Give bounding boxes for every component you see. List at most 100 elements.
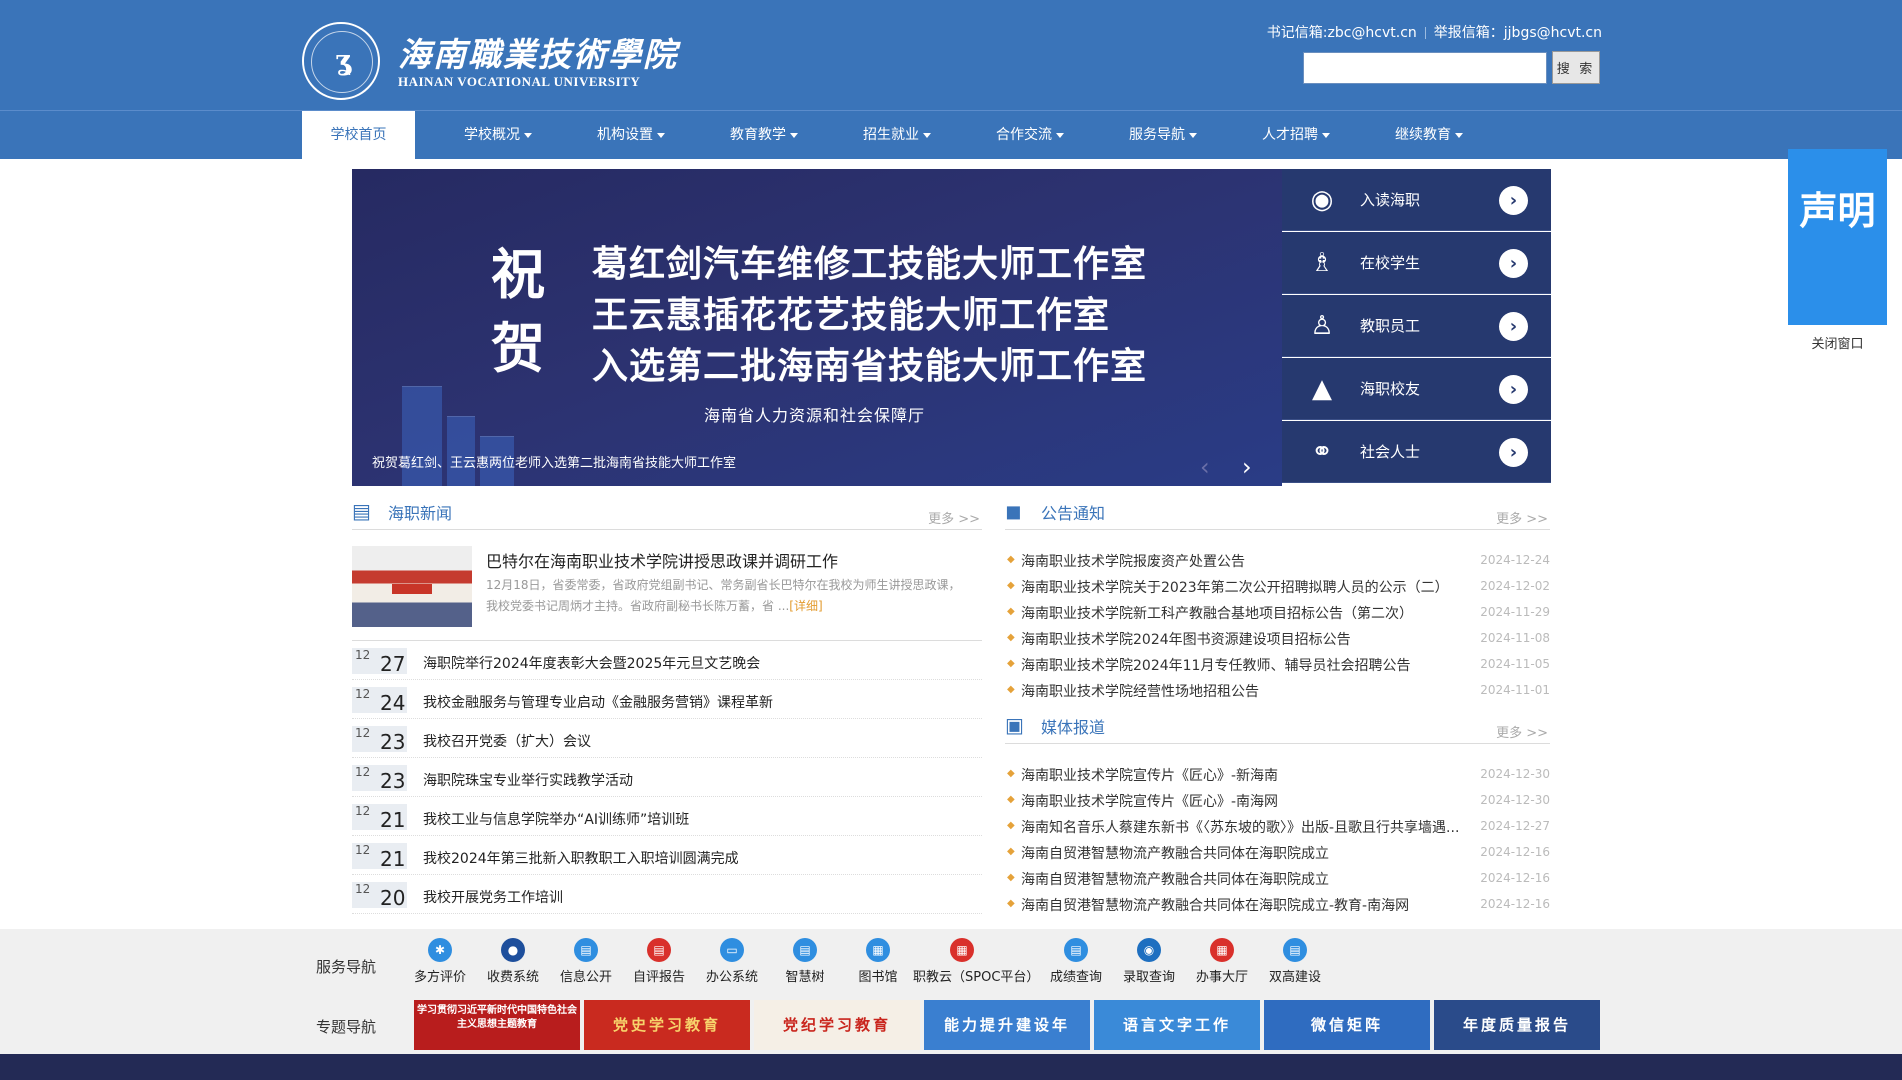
service-link[interactable]: ▭ 办公系统 <box>695 938 769 985</box>
media-more-link[interactable]: 更多 >> <box>1496 722 1548 741</box>
service-link[interactable]: ▦ 图书馆 <box>841 938 915 985</box>
hero-banner[interactable]: 祝贺 葛红剑汽车维修工技能大师工作室 王云惠插花花艺技能大师工作室 入选第二批海… <box>352 169 1282 486</box>
statement-popup[interactable]: 声明 <box>1788 149 1887 325</box>
search-button[interactable]: 搜 索 <box>1552 51 1600 84</box>
news-section-title[interactable]: 海职新闻 <box>388 500 452 524</box>
news-item[interactable]: 12 27 海职院举行2024年度表彰大会暨2025年元旦文艺晚会 <box>352 641 982 680</box>
quick-link-alumni[interactable]: ▲ 海职校友 › <box>1282 358 1551 420</box>
media-section-header: ▣ 媒体报道 更多 >> <box>1005 708 1550 744</box>
media-item[interactable]: ◆ 海南自贸港智慧物流产教融合共同体在海职院成立 2024-12-16 <box>1005 838 1550 864</box>
logo-name-cn: 海南職業技術學院 <box>398 35 678 74</box>
topic-banner[interactable]: 微信矩阵 <box>1264 1000 1430 1050</box>
featured-news-image[interactable] <box>352 546 472 627</box>
quick-link-prospective[interactable]: ◉ 入读海职 › <box>1282 169 1551 231</box>
slide-prev-icon[interactable]: ‹ <box>1200 453 1210 481</box>
notice-item[interactable]: ◆ 海南职业技术学院新工科产教融合基地项目招标公告（第二次） 2024-11-29 <box>1005 598 1550 624</box>
quick-link-students[interactable]: ♗ 在校学生 › <box>1282 232 1551 294</box>
newspaper-icon: ▤ <box>352 499 371 523</box>
media-item[interactable]: ◆ 海南职业技术学院宣传片《匠心》-新海南 2024-12-30 <box>1005 760 1550 786</box>
news-day: 20 <box>380 886 406 910</box>
notice-section-title[interactable]: 公告通知 <box>1041 500 1105 524</box>
news-item[interactable]: 12 23 海职院珠宝专业举行实践教学活动 <box>352 758 982 797</box>
topic-banner[interactable]: 党史学习教育 <box>584 1000 750 1050</box>
news-more-link[interactable]: 更多 >> <box>928 508 980 527</box>
topic-banner[interactable]: 学习贯彻习近平新时代中国特色社会主义思想主题教育 <box>414 1000 580 1050</box>
arrow-right-icon: › <box>1499 186 1528 215</box>
news-title: 海职院举行2024年度表彰大会暨2025年元旦文艺晚会 <box>423 656 761 672</box>
nav-label: 人才招聘 <box>1262 127 1318 143</box>
nav-item-cooperation[interactable]: 合作交流 <box>967 111 1093 160</box>
report-mailbox-link[interactable]: 举报信箱：jjbgs@hcvt.cn <box>1434 25 1602 41</box>
news-title: 我校金融服务与管理专业启动《金融服务营销》课程革新 <box>423 695 773 711</box>
topic-banner[interactable]: 年度质量报告 <box>1434 1000 1600 1050</box>
topic-banner[interactable]: 语言文字工作 <box>1094 1000 1260 1050</box>
featured-news-title[interactable]: 巴特尔在海南职业技术学院讲授思政课并调研工作 <box>486 548 838 572</box>
service-link[interactable]: ✱ 多方评价 <box>403 938 477 985</box>
news-item[interactable]: 12 23 我校召开党委（扩大）会议 <box>352 719 982 758</box>
chevron-down-icon <box>923 132 931 138</box>
banner-zhu-he: 祝贺 <box>488 237 548 385</box>
media-section-title[interactable]: 媒体报道 <box>1041 714 1105 738</box>
topic-banner[interactable]: 党纪学习教育 <box>754 1000 920 1050</box>
notice-more-link[interactable]: 更多 >> <box>1496 508 1548 527</box>
banner-caption[interactable]: 祝贺葛红剑、王云惠两位老师入选第二批海南省技能大师工作室 <box>372 452 736 471</box>
service-link[interactable]: ▦ 办事大厅 <box>1185 938 1259 985</box>
notice-item[interactable]: ◆ 海南职业技术学院经营性场地招租公告 2024-11-01 <box>1005 676 1550 702</box>
service-link[interactable]: ▤ 智慧树 <box>768 938 842 985</box>
notice-item[interactable]: ◆ 海南职业技术学院关于2023年第二次公开招聘拟聘人员的公示（二） 2024-12… <box>1005 572 1550 598</box>
planet-icon: ⚭ <box>1311 437 1333 467</box>
nav-item-continuing-education[interactable]: 继续教育 <box>1366 111 1492 160</box>
service-link[interactable]: ● 收费系统 <box>476 938 550 985</box>
media-item[interactable]: ◆ 海南自贸港智慧物流产教融合共同体在海职院成立-教育-南海网 2024-12-16 <box>1005 890 1550 916</box>
topic-banner[interactable]: 能力提升建设年 <box>924 1000 1090 1050</box>
service-link[interactable]: ▤ 成绩查询 <box>1039 938 1113 985</box>
bullet-icon: ◆ <box>1007 580 1015 591</box>
news-item[interactable]: 12 21 我校工业与信息学院举办“AI训练师”培训班 <box>352 797 982 836</box>
notice-item[interactable]: ◆ 海南职业技术学院2024年11月专任教师、辅导员社会招聘公告 2024-11-0… <box>1005 650 1550 676</box>
service-link[interactable]: ▤ 双高建设 <box>1258 938 1332 985</box>
nav-item-recruitment[interactable]: 人才招聘 <box>1233 111 1359 160</box>
close-window-button[interactable]: 关闭窗口 <box>1788 333 1887 352</box>
nav-label: 招生就业 <box>863 127 919 143</box>
banner-he: 贺 <box>491 316 545 380</box>
nav-item-services[interactable]: 服务导航 <box>1100 111 1226 160</box>
nav-item-home[interactable]: 学校首页 <box>302 111 415 160</box>
service-link[interactable]: ▤ 自评报告 <box>622 938 696 985</box>
bullet-icon: ◆ <box>1007 794 1015 805</box>
bullet-icon: ◆ <box>1007 872 1015 883</box>
media-item[interactable]: ◆ 海南自贸港智慧物流产教融合共同体在海职院成立 2024-12-16 <box>1005 864 1550 890</box>
slide-next-icon[interactable]: › <box>1242 453 1252 481</box>
quick-link-staff[interactable]: ♙ 教职员工 › <box>1282 295 1551 357</box>
news-date: 12 21 <box>352 804 407 832</box>
news-item[interactable]: 12 20 我校开展党务工作培训 <box>352 875 982 914</box>
topic-nav-label: 专题导航 <box>316 1018 377 1036</box>
news-month: 12 <box>355 648 371 662</box>
media-item[interactable]: ◆ 海南职业技术学院宣传片《匠心》-南海网 2024-12-30 <box>1005 786 1550 812</box>
media-date: 2024-12-16 <box>1480 871 1550 885</box>
notice-date: 2024-12-02 <box>1480 579 1550 593</box>
media-date: 2024-12-16 <box>1480 845 1550 859</box>
service-link[interactable]: ◉ 录取查询 <box>1112 938 1186 985</box>
media-item[interactable]: ◆ 海南知名音乐人蔡建东新书《〈苏东坡的歌〉》出版-且歌且行共享墙遇... 2024… <box>1005 812 1550 838</box>
notice-item[interactable]: ◆ 海南职业技术学院报废资产处置公告 2024-12-24 <box>1005 546 1550 572</box>
nav-item-overview[interactable]: 学校概况 <box>435 111 561 160</box>
secretary-mailbox-link[interactable]: 书记信箱:zbc@hcvt.cn <box>1267 25 1417 41</box>
service-link[interactable]: ▤ 信息公开 <box>549 938 623 985</box>
building-icon: ▤ <box>1283 938 1307 962</box>
notice-title: 海南职业技术学院关于2023年第二次公开招聘拟聘人员的公示（二） <box>1021 580 1449 596</box>
nav-label: 学校首页 <box>330 127 387 143</box>
notice-item[interactable]: ◆ 海南职业技术学院2024年图书资源建设项目招标公告 2024-11-08 <box>1005 624 1550 650</box>
search-input[interactable] <box>1303 52 1547 84</box>
media-title: 海南职业技术学院宣传片《匠心》-新海南 <box>1021 768 1279 784</box>
nav-item-departments[interactable]: 机构设置 <box>568 111 694 160</box>
quick-link-public[interactable]: ⚭ 社会人士 › <box>1282 421 1551 483</box>
service-label: 职教云（SPOC平台） <box>913 970 1040 985</box>
news-item[interactable]: 12 21 我校2024年第三批新入职教职工入职培训圆满完成 <box>352 836 982 875</box>
featured-news-detail-link[interactable]: [详细] <box>789 599 822 613</box>
service-link[interactable]: ▦ 职教云（SPOC平台） <box>913 938 1040 985</box>
banner-headline: 葛红剑汽车维修工技能大师工作室 王云惠插花花艺技能大师工作室 入选第二批海南省技… <box>592 239 1147 392</box>
news-item[interactable]: 12 24 我校金融服务与管理专业启动《金融服务营销》课程革新 <box>352 680 982 719</box>
nav-item-teaching[interactable]: 教育教学 <box>701 111 827 160</box>
school-logo[interactable]: ʓ 海南職業技術學院 HAINAN VOCATIONAL UNIVERSITY <box>302 22 676 102</box>
nav-item-admissions[interactable]: 招生就业 <box>834 111 960 160</box>
